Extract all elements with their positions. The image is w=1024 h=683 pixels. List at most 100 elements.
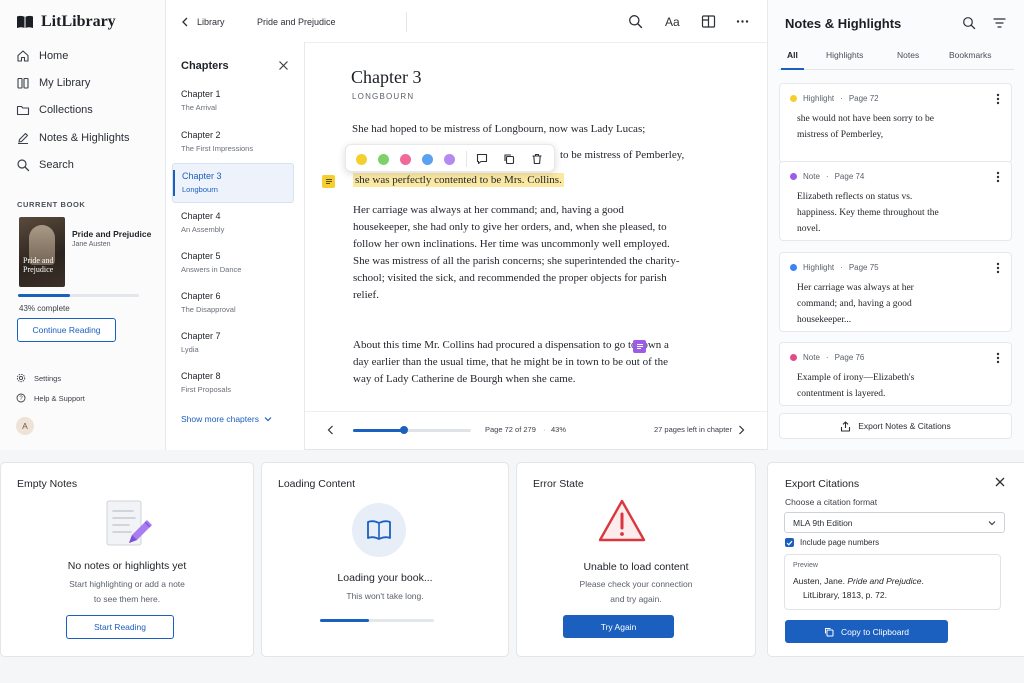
note-type: Highlight (803, 94, 835, 103)
sidebar-item-label: Home (39, 50, 69, 62)
note-marker-icon[interactable] (633, 340, 646, 353)
page-slider-handle[interactable] (399, 426, 408, 434)
highlight-color-pink[interactable] (400, 154, 411, 165)
try-again-button[interactable]: Try Again (563, 615, 674, 638)
previous-page-icon[interactable] (327, 425, 334, 435)
note-text: Example of irony—Elizabeth's contentment… (797, 373, 915, 399)
search-icon[interactable] (962, 16, 976, 30)
include-page-numbers-option[interactable]: Include page numbers (785, 538, 879, 547)
chapter-title: Chapter 3 (182, 171, 222, 181)
chapter-item-3[interactable]: Chapter 3 Longbourn (172, 163, 294, 203)
tab-all[interactable]: All (787, 50, 798, 60)
citation-title: Pride and Prejudice (847, 576, 922, 586)
checkbox[interactable] (785, 538, 794, 547)
more-icon[interactable] (735, 14, 750, 29)
panel-title: Empty Notes (17, 478, 78, 490)
kebab-menu-icon[interactable] (996, 93, 1000, 105)
filter-icon[interactable] (993, 17, 1006, 29)
comment-icon[interactable] (476, 153, 488, 165)
home-icon (17, 50, 29, 62)
text-line: to be mistress of Pemberley, (560, 149, 685, 161)
breadcrumb-book-title: Pride and Prejudice (257, 17, 336, 27)
copy-icon[interactable] (503, 153, 515, 165)
trash-icon[interactable] (531, 153, 543, 165)
layout-icon[interactable] (701, 14, 716, 29)
sidebar-item-label: Collections (39, 104, 93, 116)
chapter-item-2[interactable]: Chapter 2 The First Impressions (172, 123, 294, 161)
note-card[interactable]: Highlight · Page 72 she would not have bee… (779, 83, 1012, 163)
tab-highlights[interactable]: Highlights (826, 50, 863, 60)
show-more-chapters-link[interactable]: Show more chapters (181, 414, 272, 424)
highlight-color-yellow[interactable] (356, 154, 367, 165)
sidebar-item-search[interactable]: Search (16, 156, 74, 174)
kebab-menu-icon[interactable] (996, 171, 1000, 183)
note-marker-icon[interactable] (322, 175, 335, 188)
note-card[interactable]: Highlight · Page 75 Her carriage was alway… (779, 252, 1012, 332)
copy-icon (824, 627, 834, 636)
highlight-color-green[interactable] (378, 154, 389, 165)
sidebar: LitLibrary Home My Library Collections N… (0, 0, 166, 450)
book-cover[interactable]: Pride and Prejudice (19, 217, 65, 287)
export-citations-panel: Export Citations Choose a citation forma… (767, 462, 1024, 657)
page-slider[interactable] (353, 426, 471, 434)
sidebar-item-my-library[interactable]: My Library (16, 74, 90, 92)
citation-line2: LitLibrary, 1813, p. 72. (803, 590, 887, 600)
help-icon: ? (16, 393, 26, 403)
avatar[interactable]: A (16, 417, 34, 435)
copy-to-clipboard-button[interactable]: Copy to Clipboard (785, 620, 948, 643)
chevron-down-icon (264, 417, 272, 422)
color-dot (790, 354, 797, 361)
sidebar-item-home[interactable]: Home (16, 47, 68, 65)
loading-heading: Loading your book... (337, 572, 433, 584)
text-line: She had hoped to be mistress of Longbour… (352, 123, 646, 135)
font-settings-button[interactable]: Aa (665, 15, 680, 29)
chapters-panel: Chapters Chapter 1 The Arrival Chapter 2 T… (166, 42, 305, 450)
highlight-color-blue[interactable] (422, 154, 433, 165)
tab-bookmarks[interactable]: Bookmarks (949, 50, 992, 60)
selected-format: MLA 9th Edition (793, 518, 853, 528)
loading-panel: Loading Content Loading your book... Thi… (261, 462, 509, 657)
breadcrumb-library[interactable]: Library (197, 17, 225, 27)
note-card[interactable]: Note · Page 74 Elizabeth reflects on statu… (779, 161, 1012, 241)
chapter-item-8[interactable]: Chapter 8 First Proposals (172, 364, 294, 402)
panel-title: Error State (533, 478, 584, 490)
note-card-meta: Highlight · Page 72 (790, 94, 879, 103)
note-text: Her carriage was always at her command; … (797, 283, 914, 325)
app-logo[interactable]: LitLibrary (16, 13, 116, 31)
kebab-menu-icon[interactable] (996, 352, 1000, 364)
close-icon[interactable] (278, 60, 289, 71)
note-type: Highlight (803, 263, 835, 272)
search-icon[interactable] (628, 14, 643, 29)
loading-progress-fill (320, 619, 370, 622)
continue-reading-button[interactable]: Continue Reading (17, 318, 116, 342)
empty-notes-panel: Empty Notes No notes or highlights yet S… (0, 462, 254, 657)
chapter-item-7[interactable]: Chapter 7 Lydia (172, 324, 294, 362)
note-card[interactable]: Note · Page 76 Example of irony—Elizabeth'… (779, 342, 1012, 406)
cover-title: Pride and Prejudice (23, 256, 54, 274)
help-link[interactable]: ? Help & Support (16, 393, 85, 403)
close-icon[interactable] (995, 477, 1005, 487)
highlight-color-purple[interactable] (444, 154, 455, 165)
chapter-title: Chapter 7 (181, 331, 221, 341)
sidebar-item-collections[interactable]: Collections (16, 101, 93, 119)
empty-heading: No notes or highlights yet (67, 560, 187, 572)
tab-notes[interactable]: Notes (897, 50, 919, 60)
chevron-left-icon[interactable] (181, 17, 189, 27)
reader-app: LitLibrary Home My Library Collections N… (0, 0, 1024, 450)
page-indicator: Page 72 of 279 (485, 425, 536, 434)
next-page-icon[interactable] (738, 425, 745, 435)
chapter-item-1[interactable]: Chapter 1 The Arrival (172, 82, 294, 120)
chapter-subtitle: Answers in Dance (181, 265, 242, 274)
chapter-item-4[interactable]: Chapter 4 An Assembly (172, 204, 294, 242)
sidebar-item-notes-highlights[interactable]: Notes & Highlights (16, 129, 130, 147)
chapter-title: Chapter 2 (181, 130, 221, 140)
chapter-item-5[interactable]: Chapter 5 Answers in Dance (172, 244, 294, 282)
start-reading-button[interactable]: Start Reading (66, 615, 174, 639)
sidebar-item-label: Notes & Highlights (39, 132, 130, 144)
highlighted-text[interactable]: she was perfectly contented to be Mrs. C… (353, 173, 564, 187)
kebab-menu-icon[interactable] (996, 262, 1000, 274)
export-notes-button[interactable]: Export Notes & Citations (779, 413, 1012, 439)
citation-format-select[interactable]: MLA 9th Edition (784, 512, 1005, 533)
settings-link[interactable]: Settings (16, 373, 61, 383)
chapter-item-6[interactable]: Chapter 6 The Disapproval (172, 284, 294, 322)
